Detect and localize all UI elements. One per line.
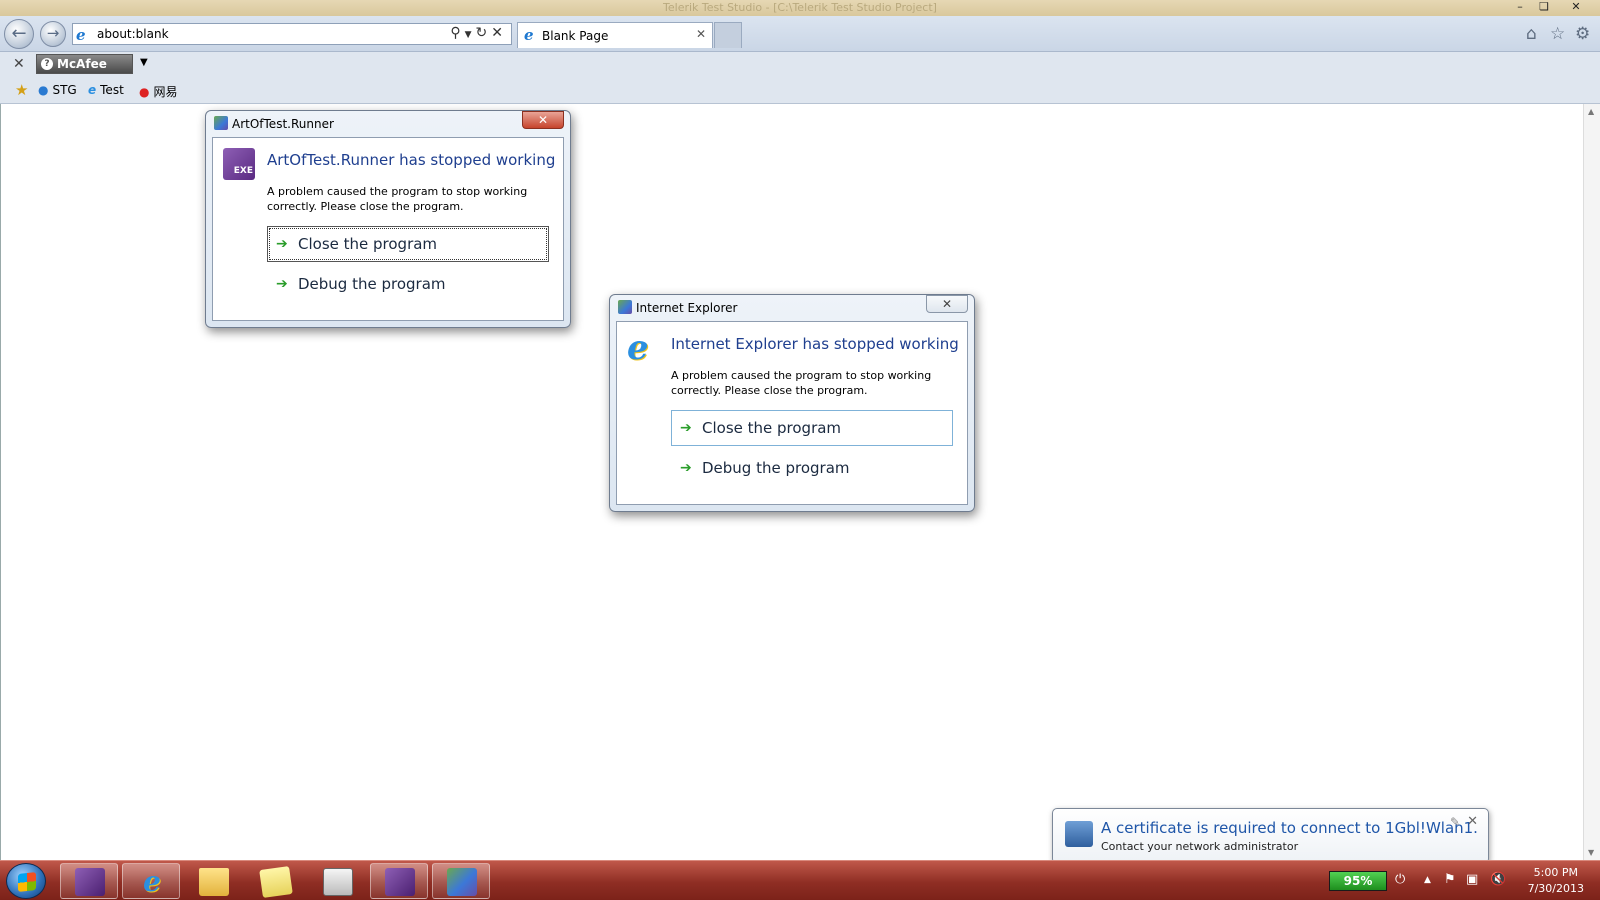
window-title: Telerik Test Studio - [C:\Telerik Test S… [663,1,937,14]
show-hidden-icons-icon[interactable]: ▲ [1424,875,1431,885]
windows-logo-icon [18,872,36,892]
ie-page-icon: e [76,26,86,44]
forward-arrow-icon: → [46,24,60,42]
dialog-body: EXE ArtOfTest.Runner has stopped working… [212,137,564,321]
taskbar-item-internet-explorer[interactable]: e [122,863,180,899]
green-arrow-icon: ➔ [276,236,288,252]
search-icon[interactable]: ⚲ [450,25,464,41]
green-arrow-icon: ➔ [276,276,288,292]
dialog-body: e Internet Explorer has stopped working … [616,321,968,505]
favorite-item-stg[interactable]: ● STG [38,83,77,97]
ie-tab-icon: e [524,26,534,44]
taskbar-item-test-studio[interactable] [432,863,490,899]
scroll-down-icon[interactable]: ▼ [1588,848,1594,857]
dialog-heading: Internet Explorer has stopped working [671,335,959,353]
taskbar-item-exe[interactable] [370,863,428,899]
taskbar: e 95% ⏻ ▲ ⚑ ▣ 🔇 5:00 PM 7/30/2013 [0,860,1600,900]
favorites-star-icon[interactable]: ☆ [1550,24,1565,44]
dialog-title: Internet Explorer [618,300,737,315]
dialog-heading: ArtOfTest.Runner has stopped working [267,151,556,169]
debug-program-button[interactable]: ➔ Debug the program [267,266,549,302]
notification-subtitle: Contact your network administrator [1101,840,1299,853]
address-bar[interactable]: e about:blank ⚲▼↻✕ [72,23,512,45]
back-arrow-icon: ← [11,23,27,44]
vertical-scrollbar[interactable]: ▲ ▼ [1583,104,1600,860]
pin-icon[interactable]: ✎ [1450,815,1460,829]
favorites-star-icon[interactable]: ★ [15,81,28,99]
mcafee-button[interactable]: ? McAfee [36,54,133,74]
restore-icon[interactable]: ❏ [1532,0,1556,14]
dialog-message: A problem caused the program to stop wor… [267,185,528,213]
close-window-icon[interactable]: ✕ [1564,0,1588,14]
scroll-up-icon[interactable]: ▲ [1588,107,1594,116]
exe-icon: EXE [223,148,255,180]
mcafee-dropdown-icon[interactable]: ▼ [140,57,148,68]
mcafee-label: McAfee [57,57,107,71]
close-program-button[interactable]: ➔ Close the program [267,226,549,262]
forward-button[interactable]: → [40,21,66,47]
system-tray: 95% ⏻ ▲ ⚑ ▣ 🔇 5:00 PM 7/30/2013 [1300,861,1600,900]
globe-icon: ● [38,83,49,97]
favorites-bar: ★ ● STG e Test ● 网易 [0,78,1600,104]
start-button[interactable] [6,863,46,899]
refresh-icon[interactable]: ↻ [476,25,492,41]
new-tab-button[interactable] [714,22,742,48]
notification-title: A certificate is required to connect to … [1101,819,1478,837]
window-title-bar: Telerik Test Studio - [C:\Telerik Test S… [0,0,1600,16]
runner-error-dialog: ArtOfTest.Runner ✕ EXE ArtOfTest.Runner … [205,110,571,328]
power-plug-icon[interactable]: ⏻ [1395,872,1405,887]
dialog-title: ArtOfTest.Runner [214,116,334,131]
green-arrow-icon: ➔ [680,420,692,436]
tab-blank-page[interactable]: e Blank Page ✕ [517,22,713,48]
stop-icon[interactable]: ✕ [491,25,507,41]
dialog-close-button[interactable]: ✕ [522,111,564,129]
gear-icon[interactable]: ⚙ [1575,24,1590,44]
toolbar: ✕ ? McAfee ▼ [0,52,1600,78]
minimize-icon[interactable]: – [1508,0,1532,14]
navigation-bar: ← → e about:blank ⚲▼↻✕ e Blank Page ✕ ⌂ … [0,16,1600,52]
close-program-button[interactable]: ➔ Close the program [671,410,953,446]
internet-explorer-icon: e [143,865,161,898]
folder-icon [199,868,229,896]
tab-label: Blank Page [542,29,609,43]
network-tray-icon[interactable]: ▣ [1466,872,1478,887]
favorite-item-163[interactable]: ● 网易 [139,83,178,100]
close-toolbar-icon[interactable]: ✕ [13,56,25,72]
app-icon [618,300,632,314]
dialog-close-button[interactable]: ✕ [926,295,968,313]
test-studio-icon [447,868,477,896]
close-icon: ✕ [537,113,549,127]
exe-icon [385,868,415,896]
sticky-notes-icon [259,866,293,898]
ie-error-dialog: Internet Explorer ✕ e Internet Explorer … [609,294,975,512]
ie-page-icon: e [88,83,97,97]
chevron-down-icon[interactable]: ▼ [465,30,476,40]
taskbar-item-sticky-notes[interactable] [246,863,304,899]
app-icon [214,116,228,130]
back-button[interactable]: ← [4,19,34,49]
green-arrow-icon: ➔ [680,460,692,476]
home-icon[interactable]: ⌂ [1526,24,1537,44]
netease-icon: ● [139,85,150,99]
debug-program-button[interactable]: ➔ Debug the program [671,450,953,486]
system-clock[interactable]: 5:00 PM 7/30/2013 [1528,865,1584,897]
dialog-message: A problem caused the program to stop wor… [671,369,932,397]
taskbar-item-runner[interactable] [60,863,118,899]
tab-close-icon[interactable]: ✕ [696,27,706,41]
notification-close-icon[interactable]: ✕ [1467,814,1478,829]
network-icon [1065,821,1093,847]
close-icon: ✕ [941,297,953,311]
taskbar-item-explorer[interactable] [184,863,242,899]
address-input[interactable]: about:blank [97,27,169,41]
network-notification-balloon[interactable]: A certificate is required to connect to … [1052,808,1489,864]
mcafee-icon: ? [41,58,53,70]
taskbar-item-app[interactable] [308,863,366,899]
volume-muted-icon[interactable]: 🔇 [1490,872,1506,887]
action-center-icon[interactable]: ⚑ [1444,872,1456,887]
internet-explorer-icon: e [627,328,649,368]
battery-indicator[interactable]: 95% [1329,871,1387,891]
application-icon [323,868,353,896]
favorite-item-test[interactable]: e Test [88,83,124,97]
exe-icon [75,868,105,896]
